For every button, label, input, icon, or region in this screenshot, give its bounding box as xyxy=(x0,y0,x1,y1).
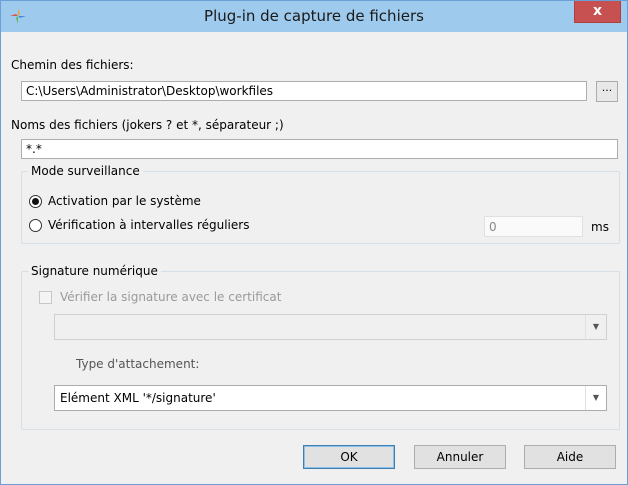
system-activation-label[interactable]: Activation par le système xyxy=(48,194,201,208)
attachment-type-label: Type d'attachement: xyxy=(76,357,200,371)
path-input[interactable] xyxy=(21,81,587,101)
chevron-down-icon: ▼ xyxy=(585,386,606,410)
help-button[interactable]: Aide xyxy=(524,445,616,469)
chevron-down-icon: ▼ xyxy=(585,315,606,339)
verify-signature-checkbox[interactable] xyxy=(39,291,52,304)
interval-unit-label: ms xyxy=(591,220,609,234)
window-title: Plug-in de capture de fichiers xyxy=(204,7,424,25)
attachment-type-select[interactable]: Elément XML '*/signature' ▼ xyxy=(54,385,607,411)
filenames-label: Noms des fichiers (jokers ? et *, sépara… xyxy=(11,118,284,132)
filenames-input[interactable] xyxy=(21,139,618,159)
close-button[interactable]: x xyxy=(574,1,621,23)
path-label: Chemin des fichiers: xyxy=(11,58,134,72)
digital-signature-legend: Signature numérique xyxy=(31,264,158,278)
ok-button[interactable]: OK xyxy=(303,445,395,469)
interval-input[interactable] xyxy=(484,216,583,237)
radio-interval-check[interactable] xyxy=(29,219,42,232)
attachment-type-value: Elément XML '*/signature' xyxy=(60,391,216,405)
dialog-window: Plug-in de capture de fichiers x Chemin … xyxy=(0,0,628,485)
radio-system-activation[interactable] xyxy=(29,195,42,208)
cancel-button[interactable]: Annuler xyxy=(414,445,506,469)
certificate-select[interactable]: ▼ xyxy=(54,314,607,340)
verify-signature-label[interactable]: Vérifier la signature avec le certificat xyxy=(60,290,281,304)
browse-button[interactable]: ... xyxy=(596,81,618,102)
interval-check-label[interactable]: Vérification à intervalles réguliers xyxy=(48,218,249,232)
title-bar[interactable]: Plug-in de capture de fichiers x xyxy=(1,1,627,32)
monitoring-mode-legend: Mode surveillance xyxy=(31,164,140,178)
